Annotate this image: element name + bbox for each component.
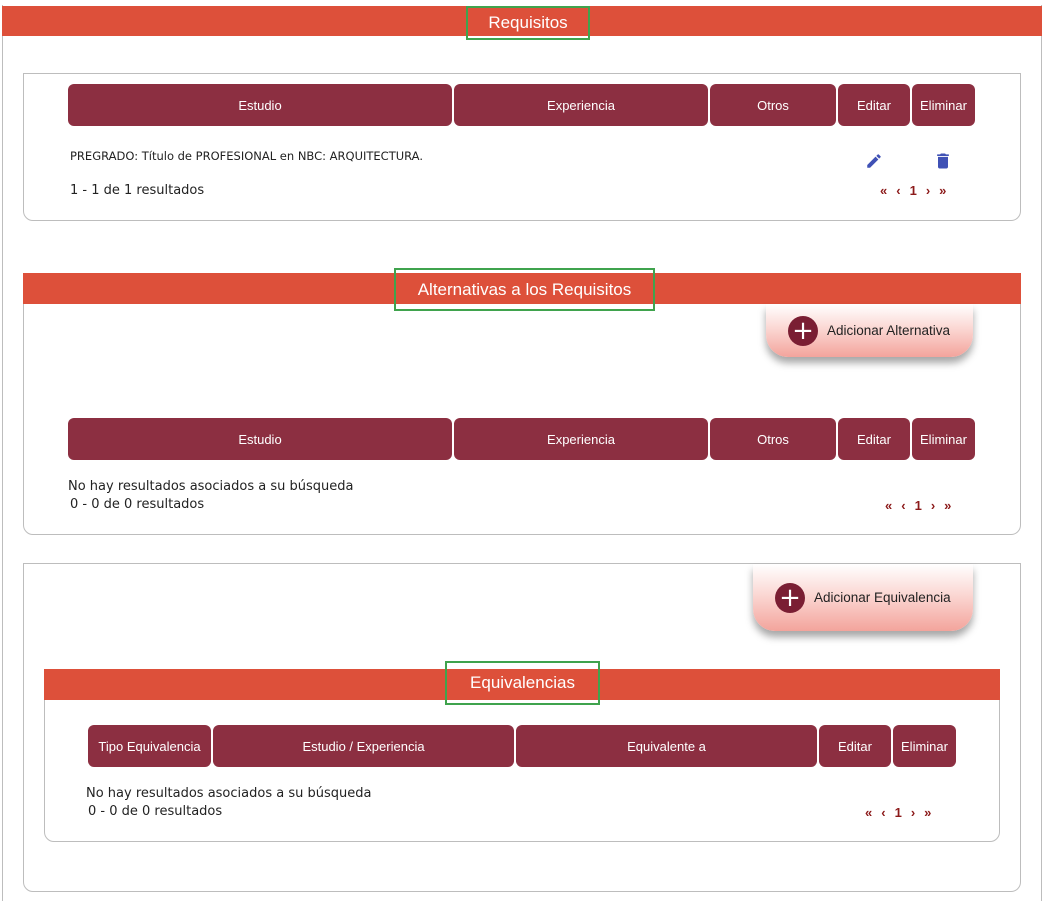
- page-number[interactable]: 1: [915, 498, 922, 513]
- equivalencias-title-text: Equivalencias: [470, 673, 575, 692]
- requisitos-pager: « ‹ 1 › »: [880, 183, 946, 198]
- alternativas-title-text: Alternativas a los Requisitos: [417, 279, 632, 299]
- equivalencias-title: Equivalencias: [445, 661, 600, 705]
- prev-page-button[interactable]: ‹: [881, 805, 885, 820]
- add-equivalencia-label: Adicionar Equivalencia: [814, 590, 951, 605]
- col-estudio-experiencia: Estudio / Experiencia: [213, 725, 514, 767]
- last-page-button[interactable]: »: [939, 183, 946, 198]
- plus-circle-icon: +: [775, 582, 805, 613]
- col-equivalente-a: Equivalente a: [516, 725, 817, 767]
- col-experiencia: Experiencia: [454, 84, 708, 126]
- col-eliminar: Eliminar: [912, 418, 975, 460]
- next-page-button[interactable]: ›: [911, 805, 915, 820]
- last-page-button[interactable]: »: [924, 805, 931, 820]
- prev-page-button[interactable]: ‹: [896, 183, 900, 198]
- edit-icon[interactable]: [862, 150, 886, 172]
- alternativas-results: 0 - 0 de 0 resultados: [70, 497, 205, 512]
- col-estudio: Estudio: [68, 84, 452, 126]
- alternativas-empty-message: No hay resultados asociados a su búsqued…: [68, 479, 354, 494]
- page-number[interactable]: 1: [895, 805, 902, 820]
- first-page-button[interactable]: «: [865, 805, 872, 820]
- first-page-button[interactable]: «: [885, 498, 892, 513]
- requisitos-title: Requisitos: [466, 6, 590, 40]
- requisitos-results: 1 - 1 de 1 resultados: [70, 183, 205, 198]
- equivalencias-results: 0 - 0 de 0 resultados: [88, 804, 223, 819]
- trash-icon[interactable]: [931, 149, 955, 173]
- page-number[interactable]: 1: [910, 183, 917, 198]
- col-eliminar: Eliminar: [893, 725, 956, 767]
- col-eliminar: Eliminar: [912, 84, 975, 126]
- col-editar: Editar: [819, 725, 891, 767]
- plus-circle-icon: +: [788, 315, 818, 346]
- col-experiencia: Experiencia: [454, 418, 708, 460]
- equivalencias-empty-message: No hay resultados asociados a su búsqued…: [86, 786, 372, 801]
- col-estudio: Estudio: [68, 418, 452, 460]
- col-otros: Otros: [710, 418, 836, 460]
- prev-page-button[interactable]: ‹: [901, 498, 905, 513]
- add-alternativa-label: Adicionar Alternativa: [827, 323, 951, 338]
- alternativas-pager: « ‹ 1 › »: [885, 498, 951, 513]
- col-editar: Editar: [838, 84, 910, 126]
- equivalencias-pager: « ‹ 1 › »: [865, 805, 931, 820]
- requisito-row-estudio: PREGRADO: Título de PROFESIONAL en NBC: …: [70, 149, 423, 163]
- col-tipo-equivalencia: Tipo Equivalencia: [88, 725, 211, 767]
- last-page-button[interactable]: »: [944, 498, 951, 513]
- add-alternativa-button[interactable]: + Adicionar Alternativa: [766, 304, 973, 357]
- requisitos-title-text: Requisitos: [488, 13, 568, 32]
- alternativas-title: Alternativas a los Requisitos: [394, 268, 655, 311]
- col-editar: Editar: [838, 418, 910, 460]
- add-equivalencia-button[interactable]: + Adicionar Equivalencia: [753, 564, 973, 631]
- next-page-button[interactable]: ›: [931, 498, 935, 513]
- first-page-button[interactable]: «: [880, 183, 887, 198]
- col-otros: Otros: [710, 84, 836, 126]
- next-page-button[interactable]: ›: [926, 183, 930, 198]
